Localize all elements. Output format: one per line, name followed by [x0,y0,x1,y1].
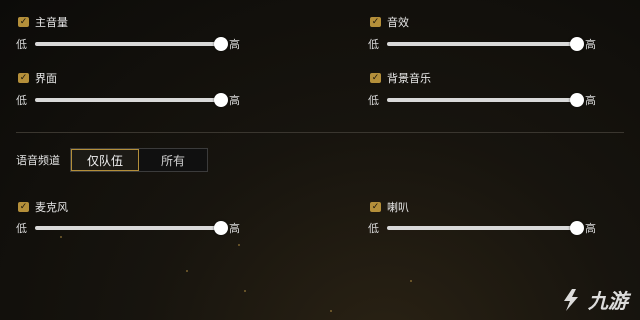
particle [238,244,240,246]
particle [330,310,332,312]
speaker-slider[interactable] [387,221,584,235]
bgm-label: 背景音乐 [387,72,431,85]
slider-low-label: 低 [368,38,379,51]
slider-high-label: 高 [229,94,240,107]
slider-high-label: 高 [585,222,596,235]
particle [186,270,188,272]
checkbox-icon[interactable]: ✓ [18,73,29,83]
voice-option-all[interactable]: 所有 [139,149,207,171]
sfx-slider[interactable] [387,37,584,51]
slider-knob[interactable] [570,37,584,51]
voice-channel-selector: 仅队伍 所有 [70,148,208,172]
ui-volume-slider-row: 低 高 [16,92,240,108]
slider-knob[interactable] [570,93,584,107]
microphone-toggle[interactable]: ✓ 麦克风 [18,199,68,215]
bgm-slider[interactable] [387,93,584,107]
ui-volume-slider[interactable] [35,93,228,107]
slider-knob[interactable] [214,93,228,107]
bgm-slider-row: 低 高 [368,92,596,108]
master-volume-slider[interactable] [35,37,228,51]
microphone-slider[interactable] [35,221,228,235]
slider-knob[interactable] [214,37,228,51]
voice-option-team-only[interactable]: 仅队伍 [71,149,139,171]
sfx-toggle[interactable]: ✓ 音效 [370,14,409,30]
slider-low-label: 低 [16,94,27,107]
checkbox-icon[interactable]: ✓ [18,202,29,212]
speaker-label: 喇叭 [387,201,409,214]
particle [60,236,62,238]
slider-low-label: 低 [16,222,27,235]
sfx-label: 音效 [387,16,409,29]
speaker-toggle[interactable]: ✓ 喇叭 [370,199,409,215]
master-volume-toggle[interactable]: ✓ 主音量 [18,14,68,30]
master-volume-slider-row: 低 高 [16,36,240,52]
checkbox-icon[interactable]: ✓ [370,73,381,83]
microphone-slider-row: 低 高 [16,220,240,236]
ui-volume-toggle[interactable]: ✓ 界面 [18,70,57,86]
slider-high-label: 高 [585,38,596,51]
slider-high-label: 高 [585,94,596,107]
section-divider [16,132,624,133]
particle [410,280,412,282]
microphone-label: 麦克风 [35,201,68,214]
checkbox-icon[interactable]: ✓ [370,17,381,27]
checkbox-icon[interactable]: ✓ [18,17,29,27]
slider-low-label: 低 [368,94,379,107]
sfx-slider-row: 低 高 [368,36,596,52]
bgm-toggle[interactable]: ✓ 背景音乐 [370,70,431,86]
checkbox-icon[interactable]: ✓ [370,202,381,212]
slider-high-label: 高 [229,38,240,51]
watermark-logo-icon [564,288,578,311]
voice-channel-row: 语音频道 仅队伍 所有 [16,148,208,172]
slider-low-label: 低 [16,38,27,51]
speaker-slider-row: 低 高 [368,220,596,236]
watermark-text: 九游 [588,289,628,313]
ui-volume-label: 界面 [35,72,57,85]
particle [244,290,246,292]
slider-knob[interactable] [214,221,228,235]
master-volume-label: 主音量 [35,16,68,29]
slider-high-label: 高 [229,222,240,235]
slider-low-label: 低 [368,222,379,235]
slider-knob[interactable] [570,221,584,235]
watermark: 九游 [558,285,628,314]
voice-channel-label: 语音频道 [16,154,60,167]
